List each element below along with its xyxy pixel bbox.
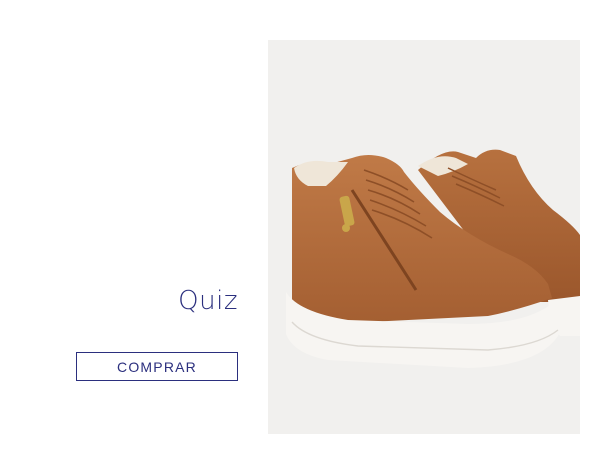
product-image[interactable] [268, 40, 580, 434]
product-title: Quiz [178, 286, 238, 316]
sneaker-icon [286, 149, 580, 368]
buy-button[interactable]: COMPRAR [76, 352, 238, 381]
